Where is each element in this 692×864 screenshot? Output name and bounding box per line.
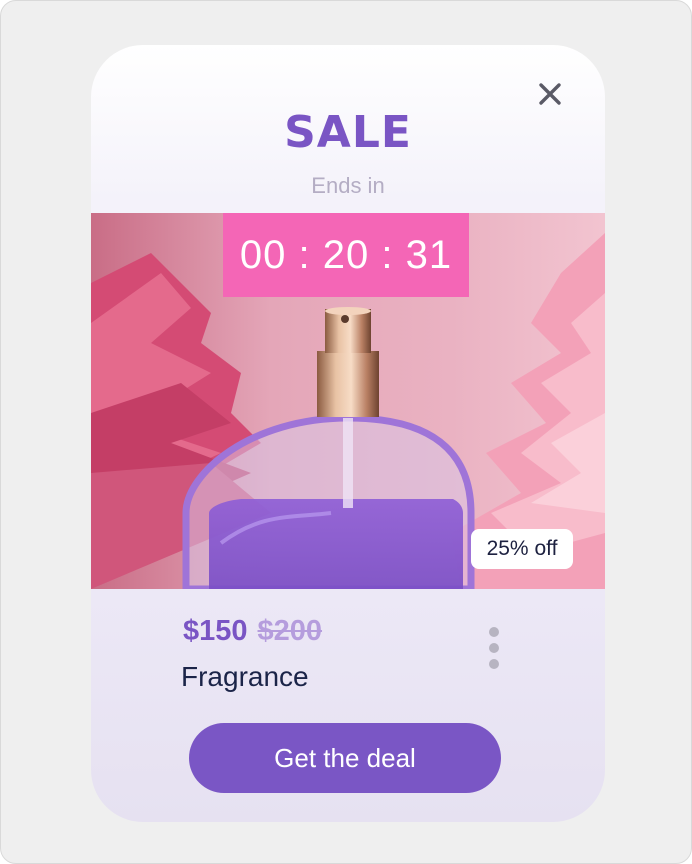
more-vertical-icon[interactable] (487, 627, 501, 673)
price-row: $150 $200 (183, 615, 322, 648)
get-deal-button[interactable]: Get the deal (189, 723, 501, 793)
close-icon[interactable] (537, 81, 563, 107)
original-price: $200 (257, 615, 323, 647)
countdown-timer: 00 : 20 : 31 (223, 213, 469, 297)
ends-in-label: Ends in (311, 173, 385, 198)
page-background: SALE Ends in 00: 20: 31 25% off $150 $… (0, 0, 692, 864)
product-name: Fragrance (181, 661, 309, 692)
sale-price: $150 (183, 615, 248, 647)
promo-card: SALE Ends in 00: 20: 31 25% off $150 $… (91, 45, 605, 822)
discount-badge: 25% off (471, 529, 573, 569)
sale-title: SALE (284, 107, 412, 158)
